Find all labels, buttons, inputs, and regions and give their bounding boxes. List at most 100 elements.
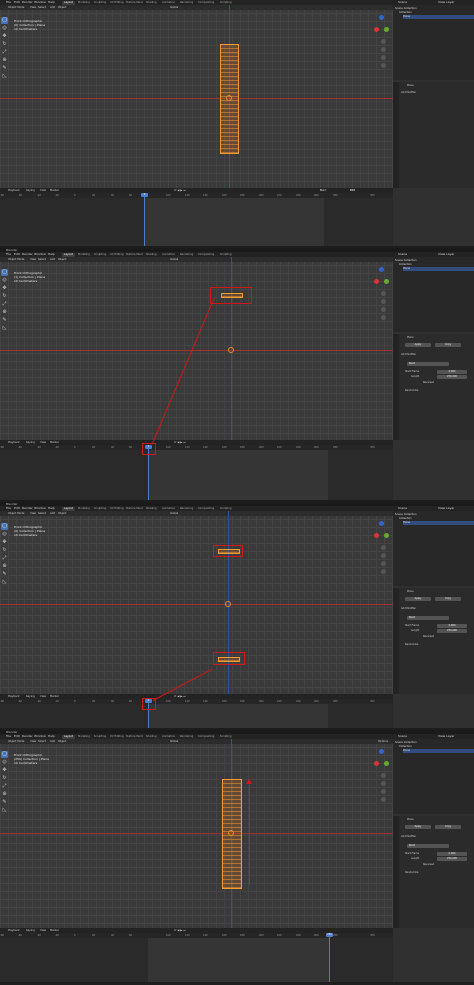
select-menu[interactable]: Select <box>38 5 46 10</box>
z-axis-gizmo-icon[interactable] <box>379 521 384 526</box>
mode-dropdown[interactable]: Object Mode <box>8 257 24 262</box>
move-tool-icon[interactable]: ✥ <box>1 767 8 774</box>
properties-editor[interactable]: Plane Apply Copy Add Modifier Build Star… <box>393 334 474 440</box>
z-axis-gizmo-icon[interactable] <box>379 267 384 272</box>
y-axis-gizmo-icon[interactable] <box>384 279 389 284</box>
pan-icon[interactable] <box>381 781 386 786</box>
playhead-frame[interactable]: 250 <box>326 933 333 937</box>
cursor-tool-icon[interactable]: ◎ <box>1 277 8 284</box>
modifier-name-field[interactable]: Build <box>407 616 449 620</box>
outliner-plane[interactable]: Plane <box>403 267 474 271</box>
z-axis-gizmo-icon[interactable] <box>379 749 384 754</box>
rotate-tool-icon[interactable]: ↻ <box>1 547 8 554</box>
outliner[interactable]: Scene Collection Collection Plane <box>393 739 474 814</box>
transform-tool-icon[interactable]: ⊕ <box>1 309 8 316</box>
3d-viewport[interactable]: Object Mode View Select Add Object Globa… <box>0 5 393 188</box>
measure-tool-icon[interactable]: ◺ <box>1 579 8 586</box>
x-axis-gizmo-icon[interactable] <box>374 279 379 284</box>
timeline-editor[interactable]: Playback Keying View Marker ⏮◀▶⏭ Start 0… <box>0 188 393 246</box>
pan-icon[interactable] <box>381 47 386 52</box>
reversed-checkbox[interactable]: Reversed <box>423 863 472 867</box>
apply-button[interactable]: Apply <box>405 825 431 829</box>
select-menu[interactable]: Select <box>38 739 46 744</box>
y-axis-gizmo-icon[interactable] <box>384 27 389 32</box>
pan-icon[interactable] <box>381 299 386 304</box>
annotate-tool-icon[interactable]: ✎ <box>1 799 8 806</box>
scale-tool-icon[interactable]: ⤢ <box>1 301 8 308</box>
outliner-plane[interactable]: Plane <box>403 521 474 525</box>
transform-tool-icon[interactable]: ⊕ <box>1 791 8 798</box>
x-axis-gizmo-icon[interactable] <box>374 533 379 538</box>
add-modifier-dropdown[interactable]: Add Modifier <box>401 835 472 839</box>
playhead-frame[interactable]: 0 <box>141 193 148 197</box>
modifier-name-field[interactable]: Build <box>407 844 449 848</box>
cursor-tool-icon[interactable]: ◎ <box>1 759 8 766</box>
add-modifier-dropdown[interactable]: Add Modifier <box>401 353 472 357</box>
view-menu[interactable]: View <box>30 257 36 262</box>
playhead[interactable] <box>329 933 330 982</box>
timeline-editor[interactable]: Playback Keying View Marker ⏮◀▶⏭ -80 -60… <box>0 440 393 500</box>
rotate-tool-icon[interactable]: ↻ <box>1 775 8 782</box>
view-menu[interactable]: View <box>30 5 36 10</box>
move-tool-icon[interactable]: ✥ <box>1 33 8 40</box>
add-menu[interactable]: Add <box>50 257 55 262</box>
x-axis-gizmo-icon[interactable] <box>374 761 379 766</box>
cursor-tool-icon[interactable]: ◎ <box>1 25 8 32</box>
start-frame-field[interactable]: 0.000 <box>437 370 467 374</box>
mode-dropdown[interactable]: Object Mode <box>8 5 24 10</box>
view-menu[interactable]: View <box>30 511 36 516</box>
annotate-tool-icon[interactable]: ✎ <box>1 571 8 578</box>
outliner[interactable]: Scene Collection Collection Plane <box>393 511 474 586</box>
length-field[interactable]: 250.000 <box>437 857 467 861</box>
annotate-tool-icon[interactable]: ✎ <box>1 65 8 72</box>
properties-tabs[interactable] <box>393 82 399 188</box>
select-box-tool-icon[interactable]: ▢ <box>1 751 8 758</box>
select-box-tool-icon[interactable]: ▢ <box>1 17 8 24</box>
randomize-panel[interactable]: Randomize <box>405 389 472 393</box>
outliner[interactable]: Scene Collection Collection Plane <box>393 5 474 80</box>
copy-button[interactable]: Copy <box>435 597 461 601</box>
move-tool-icon[interactable]: ✥ <box>1 539 8 546</box>
object-menu[interactable]: Object <box>58 511 66 516</box>
object-menu[interactable]: Object <box>58 257 66 262</box>
randomize-panel[interactable]: Randomize <box>405 871 472 875</box>
perspective-toggle-icon[interactable] <box>381 315 386 320</box>
add-modifier-dropdown[interactable]: Add Modifier <box>401 607 472 611</box>
reversed-checkbox[interactable]: Reversed <box>423 635 472 639</box>
orientation-dropdown[interactable]: Global <box>170 257 178 262</box>
properties-tabs[interactable] <box>393 588 399 694</box>
transform-tool-icon[interactable]: ⊕ <box>1 563 8 570</box>
timeline-editor[interactable]: Playback Keying View Marker ⏮◀▶⏭ -80 -60… <box>0 928 393 982</box>
copy-button[interactable]: Copy <box>435 825 461 829</box>
y-axis-gizmo-icon[interactable] <box>384 761 389 766</box>
3d-viewport[interactable]: Object Mode View Select Add Object Globa… <box>0 257 393 440</box>
properties-editor[interactable]: Plane Add Modifier <box>393 82 474 188</box>
measure-tool-icon[interactable]: ◺ <box>1 325 8 332</box>
add-menu[interactable]: Add <box>50 739 55 744</box>
3d-viewport[interactable]: Object Mode View Select Add Object Globa… <box>0 511 393 694</box>
length-field[interactable]: 250.000 <box>437 629 467 633</box>
add-menu[interactable]: Add <box>50 511 55 516</box>
perspective-toggle-icon[interactable] <box>381 797 386 802</box>
rotate-tool-icon[interactable]: ↻ <box>1 293 8 300</box>
z-axis-gizmo-icon[interactable] <box>379 15 384 20</box>
camera-view-icon[interactable] <box>381 561 386 566</box>
add-modifier-dropdown[interactable]: Add Modifier <box>401 91 472 95</box>
playhead[interactable] <box>144 193 145 246</box>
outliner-plane[interactable]: Plane <box>403 749 474 753</box>
view-menu[interactable]: View <box>30 739 36 744</box>
y-axis-gizmo-icon[interactable] <box>384 533 389 538</box>
properties-editor[interactable]: Plane Apply Copy Add Modifier Build Star… <box>393 816 474 928</box>
outliner-plane[interactable]: Plane <box>403 15 474 19</box>
orientation-dropdown[interactable]: Global <box>170 739 178 744</box>
zoom-icon[interactable] <box>381 291 386 296</box>
perspective-toggle-icon[interactable] <box>381 569 386 574</box>
apply-button[interactable]: Apply <box>405 343 431 347</box>
rotate-tool-icon[interactable]: ↻ <box>1 41 8 48</box>
timeline-editor[interactable]: Playback Keying View Marker ⏮◀▶⏭ -80 -60… <box>0 694 393 728</box>
copy-button[interactable]: Copy <box>435 343 461 347</box>
measure-tool-icon[interactable]: ◺ <box>1 807 8 814</box>
properties-tabs[interactable] <box>393 334 399 440</box>
length-field[interactable]: 250.000 <box>437 375 467 379</box>
object-name-field[interactable]: Plane <box>407 84 472 88</box>
